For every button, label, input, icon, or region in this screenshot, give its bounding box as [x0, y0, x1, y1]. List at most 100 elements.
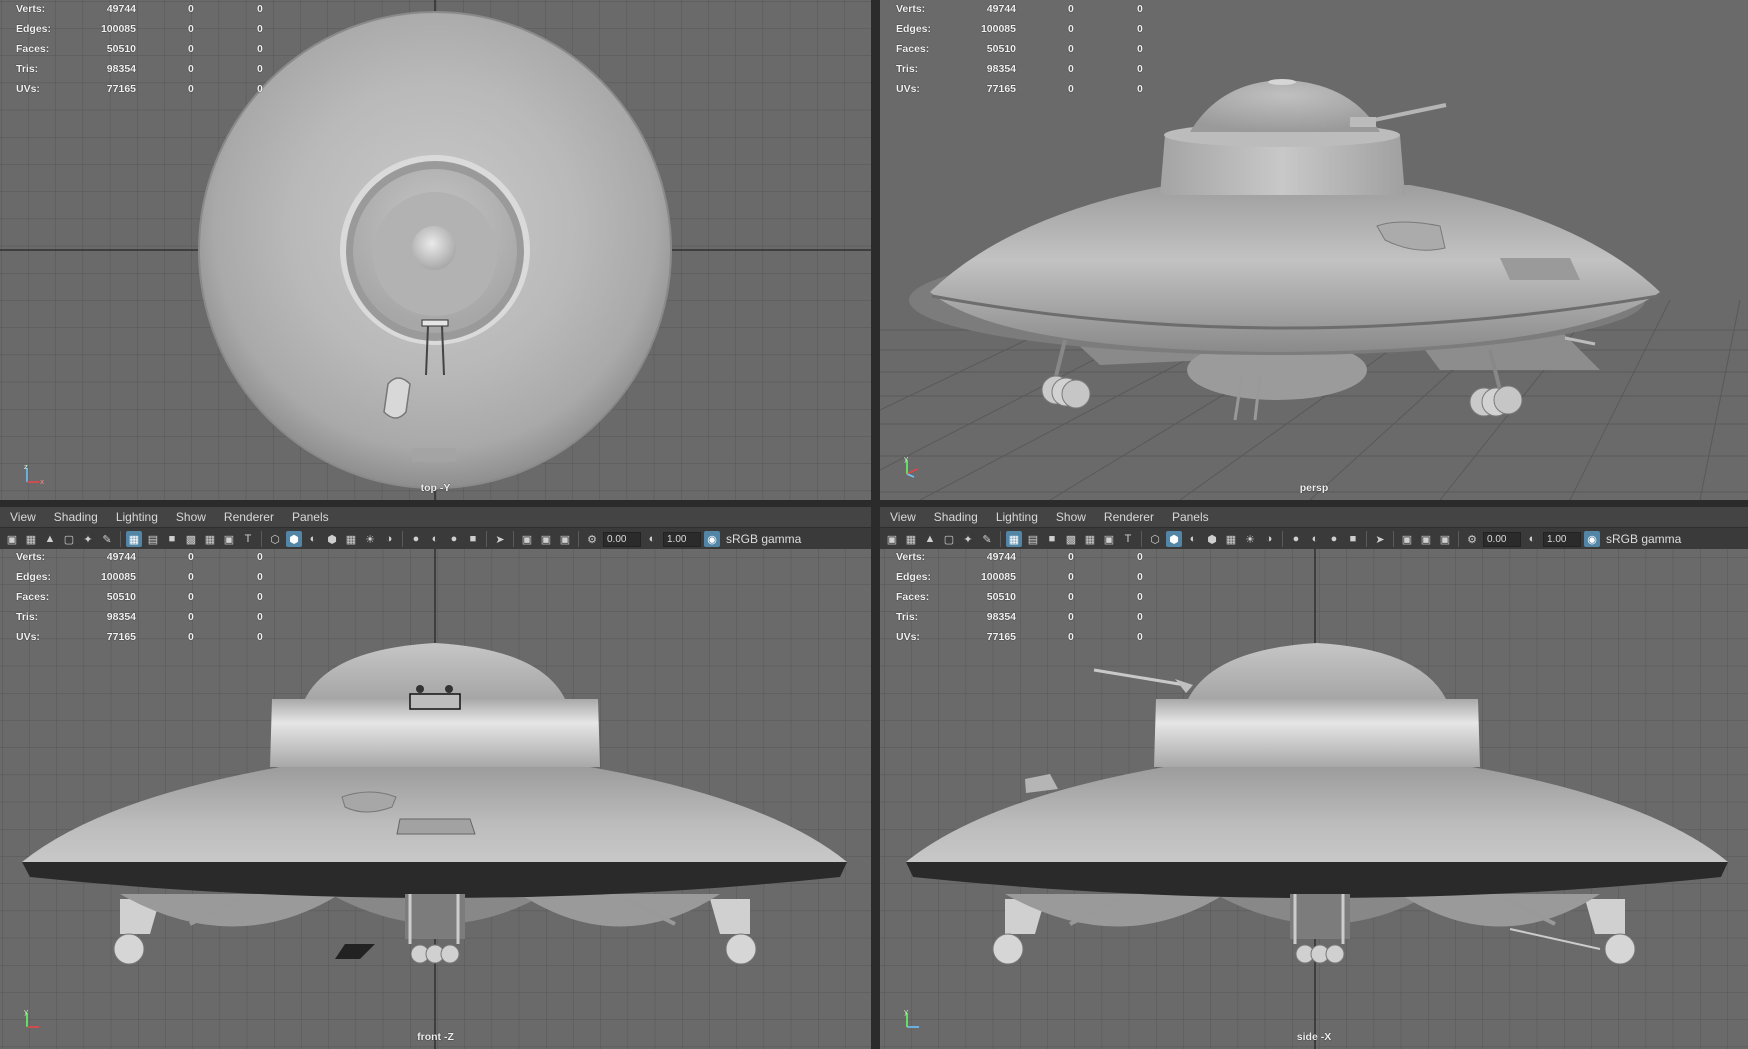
color-management-icon[interactable]: ◉ [1584, 531, 1600, 547]
camera-attributes-icon[interactable]: ▦ [903, 531, 919, 547]
menu-shading[interactable]: Shading [934, 510, 978, 524]
svg-text:y: y [24, 1009, 28, 1016]
menu-show[interactable]: Show [1056, 510, 1086, 524]
antialiasing-icon[interactable]: ● [446, 531, 462, 547]
color-space-label[interactable]: sRGB gamma [726, 532, 801, 546]
antialiasing-icon[interactable]: ● [1326, 531, 1342, 547]
svg-text:y: y [904, 456, 908, 463]
viewport-side[interactable]: View Shading Lighting Show Renderer Pane… [880, 507, 1748, 1049]
film-gate-icon[interactable]: ▤ [1025, 531, 1041, 547]
xray-icon[interactable]: ▣ [519, 531, 535, 547]
smooth-shade-icon[interactable]: ⬢ [286, 531, 302, 547]
menu-view[interactable]: View [10, 510, 36, 524]
menu-renderer[interactable]: Renderer [1104, 510, 1154, 524]
menu-show[interactable]: Show [176, 510, 206, 524]
menu-lighting[interactable]: Lighting [116, 510, 158, 524]
ambient-occlusion-icon[interactable]: ● [1288, 531, 1304, 547]
bookmark-icon[interactable]: ▲ [42, 531, 58, 547]
menu-panels[interactable]: Panels [292, 510, 329, 524]
gate-mask-icon[interactable]: ▩ [183, 531, 199, 547]
grid-toggle-icon[interactable]: ▦ [126, 531, 142, 547]
motion-blur-icon[interactable]: ◐ [1307, 531, 1323, 547]
grid-toggle-icon[interactable]: ▦ [1006, 531, 1022, 547]
svg-text:y: y [904, 1009, 908, 1016]
camera-select-icon[interactable]: ▣ [884, 531, 900, 547]
toolbar-separator [120, 531, 121, 547]
toolbar-separator [1282, 531, 1283, 547]
smooth-shade-icon[interactable]: ⬢ [1166, 531, 1182, 547]
textured-icon[interactable]: ⬢ [324, 531, 340, 547]
grease-pencil-icon[interactable]: ✎ [99, 531, 115, 547]
safe-action-icon[interactable]: ▣ [221, 531, 237, 547]
resolution-gate-icon[interactable]: ■ [1044, 531, 1060, 547]
depth-of-field-icon[interactable]: ■ [1345, 531, 1361, 547]
hud-row-tris: Tris: 98354 0 0 [896, 63, 1143, 75]
pan-zoom-icon[interactable]: ✦ [80, 531, 96, 547]
grease-pencil-icon[interactable]: ✎ [979, 531, 995, 547]
color-space-label[interactable]: sRGB gamma [1606, 532, 1681, 546]
menu-lighting[interactable]: Lighting [996, 510, 1038, 524]
hud-row-verts: Verts: 49744 0 0 [16, 551, 263, 563]
camera-select-icon[interactable]: ▣ [4, 531, 20, 547]
field-chart-icon[interactable]: ▦ [202, 531, 218, 547]
menu-renderer[interactable]: Renderer [224, 510, 274, 524]
default-material-icon[interactable]: ◐ [305, 531, 321, 547]
hud-row-faces: Faces: 50510 0 0 [16, 43, 263, 55]
menu-view[interactable]: View [890, 510, 916, 524]
field-chart-icon[interactable]: ▦ [1082, 531, 1098, 547]
lights-icon[interactable]: ☀ [1242, 531, 1258, 547]
textured-icon[interactable]: ⬢ [1204, 531, 1220, 547]
exposure-field[interactable]: 0.00 [1483, 531, 1521, 547]
default-material-icon[interactable]: ◐ [1185, 531, 1201, 547]
motion-blur-icon[interactable]: ◐ [427, 531, 443, 547]
image-plane-icon[interactable]: ▢ [941, 531, 957, 547]
shadows-icon[interactable]: ◑ [381, 531, 397, 547]
safe-title-icon[interactable]: T [1120, 531, 1136, 547]
hud-row-faces: Faces: 50510 0 0 [896, 591, 1143, 603]
resolution-gate-icon[interactable]: ■ [164, 531, 180, 547]
viewport-top[interactable]: Verts: 49744 0 0 Edges: 100085 0 0 Faces: 50510… [0, 0, 871, 500]
toolbar-separator [1141, 531, 1142, 547]
xray-joints-icon[interactable]: ▣ [1418, 531, 1434, 547]
menu-panels[interactable]: Panels [1172, 510, 1209, 524]
toolbar-separator [261, 531, 262, 547]
checker-icon[interactable]: ▦ [1223, 531, 1239, 547]
wireframe-icon[interactable]: ⬡ [1147, 531, 1163, 547]
exposure-field[interactable]: 0.00 [603, 531, 641, 547]
gamma-field[interactable]: 1.00 [663, 531, 701, 547]
safe-action-icon[interactable]: ▣ [1101, 531, 1117, 547]
color-management-icon[interactable]: ◉ [704, 531, 720, 547]
exposure-icon[interactable]: ⚙ [584, 531, 600, 547]
pan-zoom-icon[interactable]: ✦ [960, 531, 976, 547]
gamma-icon[interactable]: ◐ [644, 531, 660, 547]
bookmark-icon[interactable]: ▲ [922, 531, 938, 547]
hud-row-verts: Verts: 49744 0 0 [16, 3, 263, 15]
camera-attributes-icon[interactable]: ▦ [23, 531, 39, 547]
ambient-occlusion-icon[interactable]: ● [408, 531, 424, 547]
gamma-field[interactable]: 1.00 [1543, 531, 1581, 547]
gate-mask-icon[interactable]: ▩ [1063, 531, 1079, 547]
xray-components-icon[interactable]: ▣ [557, 531, 573, 547]
isolate-select-icon[interactable]: ➤ [1372, 531, 1388, 547]
toolbar-separator [1366, 531, 1367, 547]
gamma-icon[interactable]: ◐ [1524, 531, 1540, 547]
xray-joints-icon[interactable]: ▣ [538, 531, 554, 547]
axis-gizmo-icon: y [904, 456, 918, 478]
hud-row-tris: Tris: 98354 0 0 [896, 611, 1143, 623]
xray-components-icon[interactable]: ▣ [1437, 531, 1453, 547]
safe-title-icon[interactable]: T [240, 531, 256, 547]
menu-shading[interactable]: Shading [54, 510, 98, 524]
toolbar-separator [1458, 531, 1459, 547]
viewport-persp[interactable]: Verts: 49744 0 0 Edges: 100085 0 0 Faces: 50510… [880, 0, 1748, 500]
wireframe-icon[interactable]: ⬡ [267, 531, 283, 547]
shadows-icon[interactable]: ◑ [1261, 531, 1277, 547]
checker-icon[interactable]: ▦ [343, 531, 359, 547]
xray-icon[interactable]: ▣ [1399, 531, 1415, 547]
film-gate-icon[interactable]: ▤ [145, 531, 161, 547]
lights-icon[interactable]: ☀ [362, 531, 378, 547]
exposure-icon[interactable]: ⚙ [1464, 531, 1480, 547]
viewport-front[interactable]: View Shading Lighting Show Renderer Pane… [0, 507, 871, 1049]
isolate-select-icon[interactable]: ➤ [492, 531, 508, 547]
depth-of-field-icon[interactable]: ■ [465, 531, 481, 547]
image-plane-icon[interactable]: ▢ [61, 531, 77, 547]
